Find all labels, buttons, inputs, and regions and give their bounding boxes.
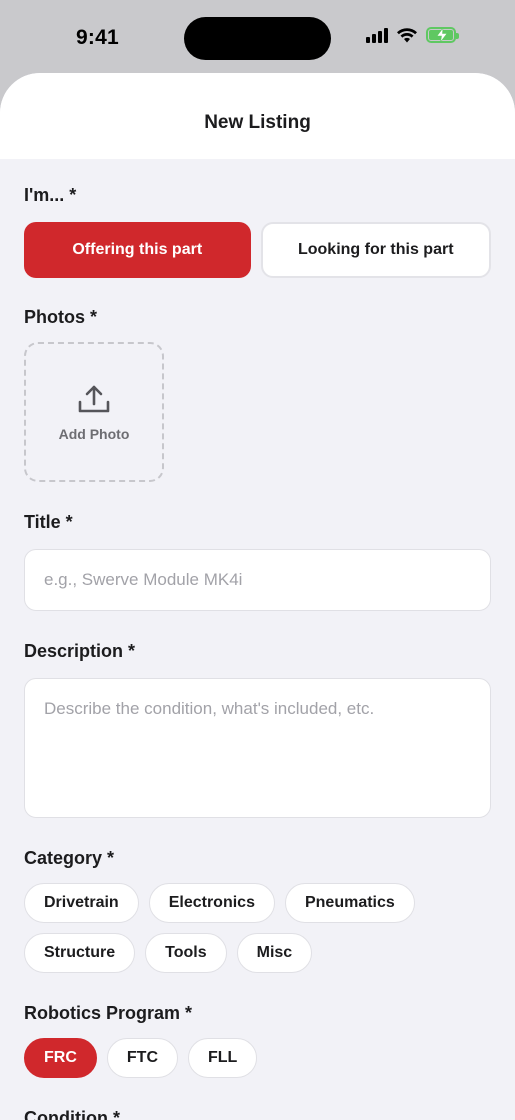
program-chips: FRC FTC FLL <box>24 1038 491 1078</box>
description-label: Description * <box>24 641 136 661</box>
category-chip-structure[interactable]: Structure <box>24 933 136 973</box>
form-content: I'm... * Offering this part Looking for … <box>0 185 515 1120</box>
program-chip-ftc[interactable]: FTC <box>106 1038 178 1078</box>
intent-label: I'm... * <box>24 185 77 205</box>
description-textarea[interactable]: Describe the condition, what's included,… <box>24 678 491 818</box>
program-chip-fll[interactable]: FLL <box>188 1038 258 1078</box>
category-chip-drivetrain[interactable]: Drivetrain <box>24 883 139 923</box>
battery-charging-icon <box>426 27 459 43</box>
condition-label: Condition * <box>24 1108 120 1120</box>
upload-icon <box>78 385 110 413</box>
sheet-header: New Listing <box>0 73 515 159</box>
category-chip-electronics[interactable]: Electronics <box>148 883 275 923</box>
category-chip-tools[interactable]: Tools <box>145 933 227 973</box>
cellular-signal-icon <box>366 27 388 43</box>
category-chip-pneumatics[interactable]: Pneumatics <box>284 883 415 923</box>
looking-for-part-button[interactable]: Looking for this part <box>260 222 491 278</box>
status-bar: 9:41 <box>0 0 515 72</box>
status-icons <box>366 27 459 43</box>
title-input[interactable]: e.g., Swerve Module MK4i <box>24 549 491 611</box>
screen: 9:41 New Listing I'm... * Offering this … <box>0 0 515 1120</box>
dynamic-island <box>184 17 331 60</box>
intent-segmented-control: Offering this part Looking for this part <box>24 222 491 278</box>
status-time: 9:41 <box>76 26 119 49</box>
program-chip-frc[interactable]: FRC <box>24 1038 97 1078</box>
title-label: Title * <box>24 512 73 532</box>
new-listing-sheet: New Listing I'm... * Offering this part … <box>0 73 515 1120</box>
category-chips: Drivetrain Electronics Pneumatics Struct… <box>24 883 491 973</box>
program-label: Robotics Program * <box>24 1003 193 1023</box>
wifi-icon <box>397 28 417 43</box>
page-title: New Listing <box>204 112 311 133</box>
add-photo-label: Add Photo <box>58 426 130 442</box>
photos-label: Photos * <box>24 307 98 327</box>
category-label: Category * <box>24 848 115 868</box>
category-chip-misc[interactable]: Misc <box>236 933 313 973</box>
add-photo-button[interactable]: Add Photo <box>24 342 164 482</box>
offering-part-button[interactable]: Offering this part <box>24 222 251 278</box>
